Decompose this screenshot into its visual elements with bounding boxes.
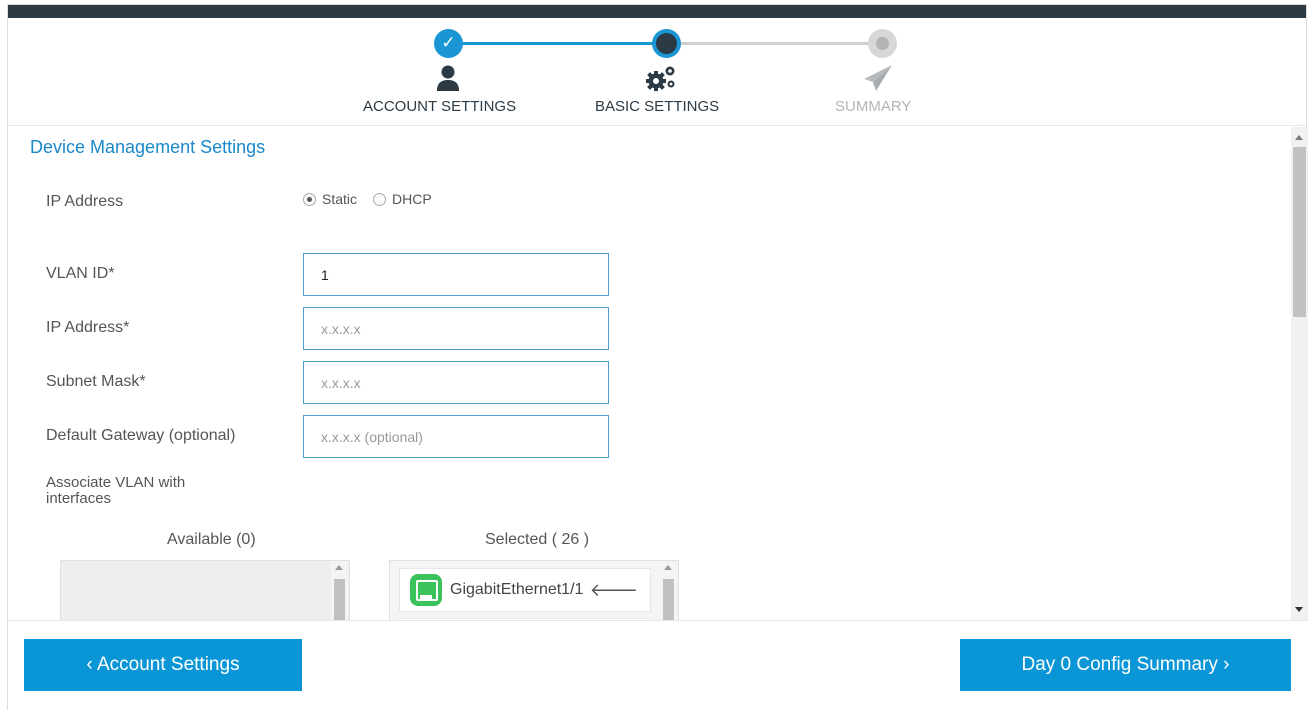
arrow-left-icon[interactable]: 🡐 (590, 580, 638, 601)
ip-mode-label: IP Address (46, 193, 124, 210)
step-label-basic-settings[interactable]: BASIC SETTINGS (595, 98, 719, 115)
step-label-summary: SUMMARY (835, 98, 912, 115)
dhcp-radio-label[interactable]: DHCP (392, 191, 432, 207)
selected-list-scrollbar[interactable] (660, 561, 677, 620)
step-pending-indicator (868, 29, 897, 58)
vlan-id-label: VLAN ID* (46, 265, 115, 282)
scroll-up-icon[interactable] (1295, 135, 1303, 140)
gears-icon (646, 66, 675, 91)
step-label-account-settings[interactable]: ACCOUNT SETTINGS (363, 98, 516, 115)
selected-header: Selected ( 26 ) (485, 531, 590, 548)
content-scrollbar[interactable] (1291, 127, 1308, 620)
settings-content: Device Management Settings IP Address St… (8, 127, 1308, 620)
list-item[interactable]: GigabitEthernet1/1 🡐 (399, 568, 651, 612)
ip-address-field[interactable] (303, 307, 609, 350)
selected-interfaces-list[interactable]: GigabitEthernet1/1 🡐 (389, 560, 679, 620)
ip-mode-radio-group: Static DHCP (303, 191, 448, 207)
paper-plane-icon (864, 65, 892, 91)
wizard-progress: ✓ ACCOUNT SETTINGS BASIC SETTINGS SUMMAR… (8, 18, 1306, 126)
scrollbar-thumb[interactable] (1293, 147, 1306, 317)
static-radio[interactable] (303, 192, 316, 206)
available-list-scrollbar[interactable] (331, 561, 348, 620)
top-bar (8, 5, 1306, 18)
step-done-checkmark-icon[interactable]: ✓ (434, 29, 463, 58)
default-gateway-label: Default Gateway (optional) (46, 427, 236, 444)
ip-address-label: IP Address* (46, 319, 130, 336)
available-header: Available (0) (167, 531, 256, 548)
user-icon (437, 65, 459, 91)
ethernet-port-icon (410, 574, 442, 606)
day0-config-summary-button[interactable]: Day 0 Config Summary › (960, 639, 1291, 691)
associate-vlan-label: Associate VLAN with interfaces (46, 474, 186, 507)
static-radio-label[interactable]: Static (322, 191, 357, 207)
available-interfaces-list[interactable] (60, 560, 350, 620)
account-settings-button[interactable]: ‹ Account Settings (24, 639, 302, 691)
interface-name: GigabitEthernet1/1 (450, 581, 584, 598)
default-gateway-field[interactable] (303, 415, 609, 458)
vlan-id-field[interactable] (303, 253, 609, 296)
dhcp-radio[interactable] (373, 192, 387, 206)
scroll-down-icon[interactable] (1295, 607, 1303, 612)
progress-line-done (448, 42, 666, 45)
section-title: Device Management Settings (30, 137, 266, 157)
wizard-window: ✓ ACCOUNT SETTINGS BASIC SETTINGS SUMMAR… (7, 4, 1308, 711)
progress-line-pending (666, 42, 882, 45)
subnet-mask-field[interactable] (303, 361, 609, 404)
subnet-mask-label: Subnet Mask* (46, 373, 146, 390)
wizard-footer: ‹ Account Settings Day 0 Config Summary … (8, 620, 1308, 711)
step-current-indicator[interactable] (652, 29, 681, 58)
